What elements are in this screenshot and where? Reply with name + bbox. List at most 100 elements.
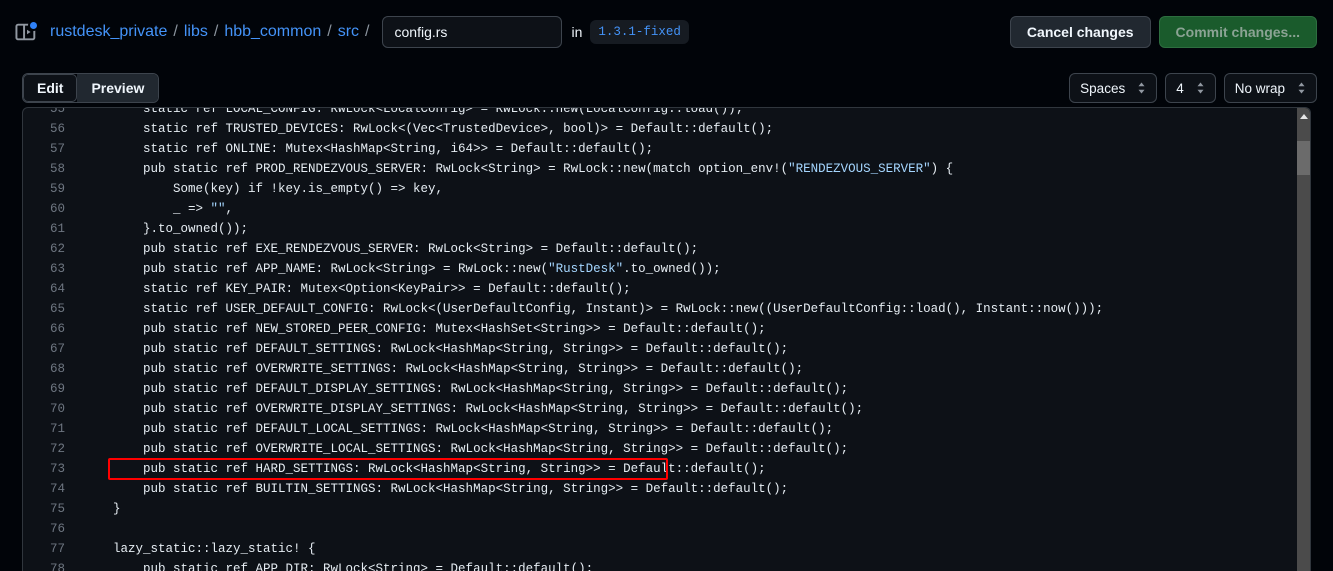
line-number: 57 (49, 142, 65, 156)
tab-edit[interactable]: Edit (23, 74, 78, 102)
line-content: } (83, 502, 121, 516)
edit-preview-tabs: Edit Preview (22, 73, 160, 103)
indent-mode-select[interactable]: Spaces (1069, 73, 1158, 103)
line-content: pub static ref DEFAULT_DISPLAY_SETTINGS:… (83, 382, 849, 396)
line-number: 56 (49, 122, 65, 136)
scroll-up-button[interactable] (1297, 108, 1310, 124)
scrollbar-thumb[interactable] (1297, 141, 1310, 175)
cancel-changes-button[interactable]: Cancel changes (1009, 16, 1151, 48)
indent-mode-value: Spaces (1080, 80, 1126, 96)
line-number: 64 (49, 282, 65, 296)
line-content: }.to_owned()); (83, 222, 249, 236)
breadcrumb-separator: / (213, 23, 219, 40)
line-number: 58 (49, 162, 65, 176)
chevron-updown-icon (1297, 81, 1306, 95)
breadcrumb-item-src[interactable]: src (338, 23, 359, 41)
code-line: 56 static ref TRUSTED_DEVICES: RwLock<(V… (23, 119, 1295, 139)
breadcrumb-item-hbb-common[interactable]: hbb_common (224, 23, 321, 41)
line-content: pub static ref OVERWRITE_DISPLAY_SETTING… (83, 402, 864, 416)
filename-input[interactable] (381, 16, 562, 48)
string-literal: "RENDEZVOUS_SERVER" (788, 162, 931, 176)
triangle-up-icon (1299, 113, 1308, 119)
code-line: 66 pub static ref NEW_STORED_PEER_CONFIG… (23, 319, 1295, 339)
indent-size-value: 4 (1176, 80, 1184, 96)
tab-preview[interactable]: Preview (77, 74, 159, 102)
indent-size-select[interactable]: 4 (1165, 73, 1216, 103)
line-number: 67 (49, 342, 65, 356)
toolbar-right-controls: Spaces 4 No wrap (1069, 73, 1317, 103)
code-line: 55 static ref LOCAL_CONFIG: RwLock<Local… (23, 108, 1295, 119)
code-line: 58 pub static ref PROD_RENDEZVOUS_SERVER… (23, 159, 1295, 179)
repo-forked-icon (14, 19, 40, 45)
line-content: pub static ref DEFAULT_LOCAL_SETTINGS: R… (83, 422, 834, 436)
line-number: 69 (49, 382, 65, 396)
line-number: 65 (49, 302, 65, 316)
scrollbar-track[interactable] (1297, 108, 1310, 571)
code-line: 73 pub static ref HARD_SETTINGS: RwLock<… (23, 459, 1295, 479)
code-line: 68 pub static ref OVERWRITE_SETTINGS: Rw… (23, 359, 1295, 379)
code-line: 59 Some(key) if !key.is_empty() => key, (23, 179, 1295, 199)
code-line: 72 pub static ref OVERWRITE_LOCAL_SETTIN… (23, 439, 1295, 459)
code-line: 57 static ref ONLINE: Mutex<HashMap<Stri… (23, 139, 1295, 159)
chevron-updown-icon (1137, 81, 1146, 95)
breadcrumb-separator: / (173, 23, 178, 40)
code-lines: 55 static ref LOCAL_CONFIG: RwLock<Local… (23, 108, 1295, 571)
line-content: static ref LOCAL_CONFIG: RwLock<LocalCon… (83, 108, 744, 116)
line-number: 61 (49, 222, 65, 236)
line-number: 68 (49, 362, 65, 376)
line-number: 60 (49, 202, 65, 216)
code-line: 65 static ref USER_DEFAULT_CONFIG: RwLoc… (23, 299, 1295, 319)
code-line: 63 pub static ref APP_NAME: RwLock<Strin… (23, 259, 1295, 279)
wrap-mode-value: No wrap (1234, 80, 1285, 96)
code-line: 78 pub static ref APP_DIR: RwLock<String… (23, 559, 1295, 571)
line-content: static ref TRUSTED_DEVICES: RwLock<(Vec<… (83, 122, 774, 136)
breadcrumb-item-repo[interactable]: rustdesk_private (50, 23, 167, 41)
chevron-updown-icon (1196, 81, 1205, 95)
breadcrumb-separator: / (327, 23, 332, 40)
line-number: 62 (49, 242, 65, 256)
code-editor: 55 static ref LOCAL_CONFIG: RwLock<Local… (22, 107, 1311, 571)
branch-badge: 1.3.1-fixed (590, 20, 689, 44)
line-content (83, 519, 1295, 539)
commit-changes-button[interactable]: Commit changes... (1158, 16, 1317, 48)
code-line: 77 lazy_static::lazy_static! { (23, 539, 1295, 559)
code-line: 62 pub static ref EXE_RENDEZVOUS_SERVER:… (23, 239, 1295, 259)
code-line: 60 _ => "", (23, 199, 1295, 219)
line-content: static ref USER_DEFAULT_CONFIG: RwLock<(… (83, 302, 1104, 316)
line-number: 63 (49, 262, 65, 276)
unsaved-changes-dot (28, 20, 39, 31)
code-line: 69 pub static ref DEFAULT_DISPLAY_SETTIN… (23, 379, 1295, 399)
line-number: 72 (49, 442, 65, 456)
line-content: pub static ref OVERWRITE_LOCAL_SETTINGS:… (83, 442, 849, 456)
code-line: 76 (23, 519, 1295, 539)
code-line: 67 pub static ref DEFAULT_SETTINGS: RwLo… (23, 339, 1295, 359)
line-content: static ref ONLINE: Mutex<HashMap<String,… (83, 142, 654, 156)
code-line: 70 pub static ref OVERWRITE_DISPLAY_SETT… (23, 399, 1295, 419)
in-label: in (571, 24, 583, 40)
line-content: pub static ref APP_NAME: RwLock<String> … (83, 262, 721, 276)
wrap-mode-select[interactable]: No wrap (1223, 73, 1317, 103)
line-number: 66 (49, 322, 65, 336)
line-number: 70 (49, 402, 65, 416)
line-content: pub static ref EXE_RENDEZVOUS_SERVER: Rw… (83, 242, 699, 256)
line-content: pub static ref APP_DIR: RwLock<String> =… (83, 562, 594, 571)
code-line: 71 pub static ref DEFAULT_LOCAL_SETTINGS… (23, 419, 1295, 439)
string-literal: "" (210, 202, 226, 216)
line-content: lazy_static::lazy_static! { (83, 542, 316, 556)
line-content: pub static ref HARD_SETTINGS: RwLock<Has… (83, 462, 766, 476)
line-number: 55 (49, 108, 65, 116)
header-actions: Cancel changes Commit changes... (1009, 16, 1317, 48)
line-content: _ => "", (83, 202, 234, 216)
breadcrumb: rustdesk_private / libs / hbb_common / s… (50, 23, 376, 41)
code-text-area[interactable]: 55 static ref LOCAL_CONFIG: RwLock<Local… (23, 108, 1295, 571)
code-line: 75 } (23, 499, 1295, 519)
line-content: static ref KEY_PAIR: Mutex<Option<KeyPai… (83, 282, 631, 296)
line-number: 78 (49, 562, 65, 571)
code-line: 74 pub static ref BUILTIN_SETTINGS: RwLo… (23, 479, 1295, 499)
line-number: 59 (49, 182, 65, 196)
line-content: pub static ref OVERWRITE_SETTINGS: RwLoc… (83, 362, 804, 376)
breadcrumb-item-libs[interactable]: libs (184, 23, 208, 41)
line-content: Some(key) if !key.is_empty() => key, (83, 182, 444, 196)
page-header: rustdesk_private / libs / hbb_common / s… (0, 0, 1333, 64)
vertical-scrollbar[interactable] (1295, 108, 1310, 571)
